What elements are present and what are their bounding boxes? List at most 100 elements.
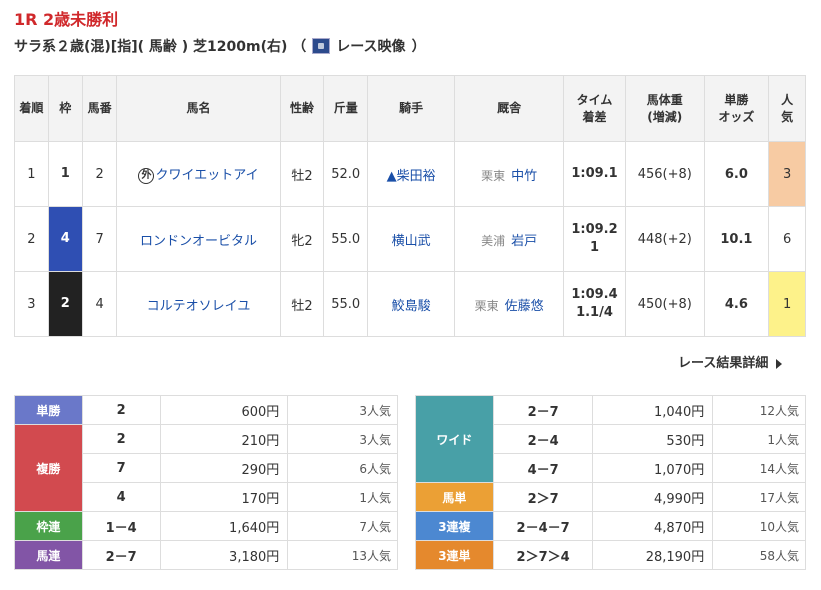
margin-value: 1 (589, 240, 600, 255)
payout-popularity: 58人気 (712, 540, 806, 570)
payout-table-right: ワイド 2－7 1,040円 12人気 2－4 530円 1人気 4－7 1,070円 14人気馬… (415, 395, 806, 570)
result-row: 1 1 2 外クワイエットアイ 牡2 52.0 ▲柴田裕 栗東 中竹 1:09.1 456(+8) 6… (14, 141, 806, 207)
header-odds: 単勝 オッズ (703, 75, 770, 142)
payout-combination: 2＞7＞4 (492, 540, 594, 570)
header-sex: 性齢 (279, 75, 325, 142)
result-kin: 55.0 (323, 271, 369, 337)
payout-table-left: 単勝 2 600円 3人気 複勝 2 210円 3人気 7 290円 6人気 4 170円 1人気 枠連 1－… (14, 395, 398, 570)
result-pop: 1 (768, 271, 806, 337)
video-icon[interactable] (312, 38, 331, 54)
race-conditions: サラ系２歳(混)[指]( 馬齢 ) 芝1200m(右) （ レース映像 ） (14, 36, 426, 56)
header-name: 馬名 (116, 75, 281, 142)
payout-combination: 7 (81, 453, 161, 483)
jockey-link[interactable]: 横山武 (367, 206, 456, 272)
result-odds: 6.0 (703, 141, 770, 207)
payout-amount: 290円 (159, 453, 289, 483)
payout-popularity: 10人気 (712, 511, 806, 541)
header-jockey: 騎手 (367, 75, 456, 142)
payout-amount: 600円 (159, 395, 289, 425)
trainer-link[interactable]: 佐藤悠 (505, 299, 544, 314)
stable-cell: 美浦 岩戸 (454, 206, 565, 272)
header-waku: 枠 (47, 75, 83, 142)
payout-combination: 4－7 (492, 453, 594, 483)
header-stable: 厩舎 (454, 75, 565, 142)
result-pop: 3 (768, 141, 806, 207)
result-kin: 52.0 (323, 141, 369, 207)
payout-amount: 1,040円 (592, 395, 714, 425)
payout-amount: 1,070円 (592, 453, 714, 483)
result-odds: 10.1 (703, 206, 770, 272)
payout-popularity: 7人気 (287, 511, 398, 541)
horse-name-link[interactable]: ロンドンオービタル (116, 206, 281, 272)
horse-name[interactable]: クワイエットアイ (155, 168, 258, 183)
payout-amount: 3,180円 (159, 540, 289, 570)
arrow-right-icon (776, 358, 783, 369)
result-weight: 448(+2) (624, 206, 705, 272)
payout-row: 単勝 2 600円 3人気 (14, 395, 398, 425)
time-value: 1:09.1 (571, 166, 618, 181)
result-uma: 2 (81, 141, 118, 207)
payout-popularity: 6人気 (287, 453, 398, 483)
time-value: 1:09.4 (571, 287, 618, 302)
stable-region: 栗東 (481, 168, 506, 183)
race-result-table: 着順 枠 馬番 馬名 性齢 斤量 騎手 厩舎 タイム 着差 馬体重 (増減) 単勝オ… (14, 75, 806, 337)
detail-link-label[interactable]: レース結果詳細 (678, 356, 768, 371)
payout-amount: 1,640円 (159, 511, 289, 541)
horse-name[interactable]: コルテオソレイユ (147, 299, 251, 314)
result-row: 3 2 4 コルテオソレイユ 牡2 55.0 鮫島駿 栗東 佐藤悠 1:09.4 1.1/4 450(… (14, 271, 806, 337)
payout-label: 単勝 (14, 395, 83, 425)
horse-name[interactable]: ロンドンオービタル (140, 234, 257, 249)
payout-row: 枠連 1－4 1,640円 7人気 (14, 511, 398, 541)
payout-amount: 530円 (592, 424, 714, 454)
payout-label: 枠連 (14, 511, 83, 541)
payout-amount: 4,990円 (592, 482, 714, 512)
foreign-mark-icon: 外 (138, 167, 155, 184)
result-chaku: 3 (14, 271, 49, 337)
payout-combination: 2－4－7 (492, 511, 594, 541)
race-result-detail-link[interactable]: レース結果詳細 (678, 352, 783, 371)
result-header-row: 着順 枠 馬番 馬名 性齢 斤量 騎手 厩舎 タイム 着差 馬体重 (増減) 単勝オ… (14, 75, 806, 142)
payout-popularity: 12人気 (712, 395, 806, 425)
payout-amount: 28,190円 (592, 540, 714, 570)
result-chaku: 1 (14, 141, 49, 207)
payout-label: 3連複 (415, 511, 494, 541)
horse-name-link[interactable]: 外クワイエットアイ (116, 141, 281, 207)
trainer-link[interactable]: 中竹 (511, 169, 537, 184)
payout-popularity: 13人気 (287, 540, 398, 570)
payout-label: ワイド (415, 395, 494, 483)
payout-row: 3連複 2－4－7 4,870円 10人気 (415, 511, 806, 541)
result-uma: 4 (81, 271, 118, 337)
stable-cell: 栗東 佐藤悠 (454, 271, 565, 337)
jockey-link[interactable]: ▲柴田裕 (367, 141, 456, 207)
margin-value: 1.1/4 (576, 305, 613, 320)
payout-combination: 1－4 (81, 511, 161, 541)
payout-label: 馬単 (415, 482, 494, 512)
race-conditions-text: サラ系２歳(混)[指]( 馬齢 ) 芝1200m(右) （ (14, 39, 307, 55)
payout-popularity: 1人気 (712, 424, 806, 454)
result-waku-cell: 1 (47, 141, 83, 207)
jockey-link[interactable]: 鮫島駿 (367, 271, 456, 337)
header-weight: 馬体重 (増減) (624, 75, 705, 142)
header-pop: 人気 (768, 75, 806, 142)
payout-row: 馬単 2＞7 4,990円 17人気 (415, 482, 806, 512)
result-sex: 牡2 (279, 271, 325, 337)
payout-combination: 4 (81, 482, 161, 512)
payout-combination: 2＞7 (492, 482, 594, 512)
result-kin: 55.0 (323, 206, 369, 272)
payout-label: 馬連 (14, 540, 83, 570)
payout-row: 馬連 2－7 3,180円 13人気 (14, 540, 398, 570)
payout-combination: 2－7 (81, 540, 161, 570)
waku-badge: 4 (48, 207, 82, 271)
payout-popularity: 1人気 (287, 482, 398, 512)
result-chaku: 2 (14, 206, 49, 272)
result-weight: 450(+8) (624, 271, 705, 337)
stable-cell: 栗東 中竹 (454, 141, 565, 207)
trainer-link[interactable]: 岩戸 (511, 234, 537, 249)
stable-region: 美浦 (481, 233, 506, 248)
race-title: 1R 2歳未勝利 (14, 10, 119, 29)
payout-label: 複勝 (14, 424, 83, 512)
horse-name-link[interactable]: コルテオソレイユ (116, 271, 281, 337)
payout-row: ワイド 2－7 1,040円 12人気 (415, 395, 806, 483)
race-video-link[interactable]: レース映像 (336, 36, 405, 56)
payout-amount: 210円 (159, 424, 289, 454)
